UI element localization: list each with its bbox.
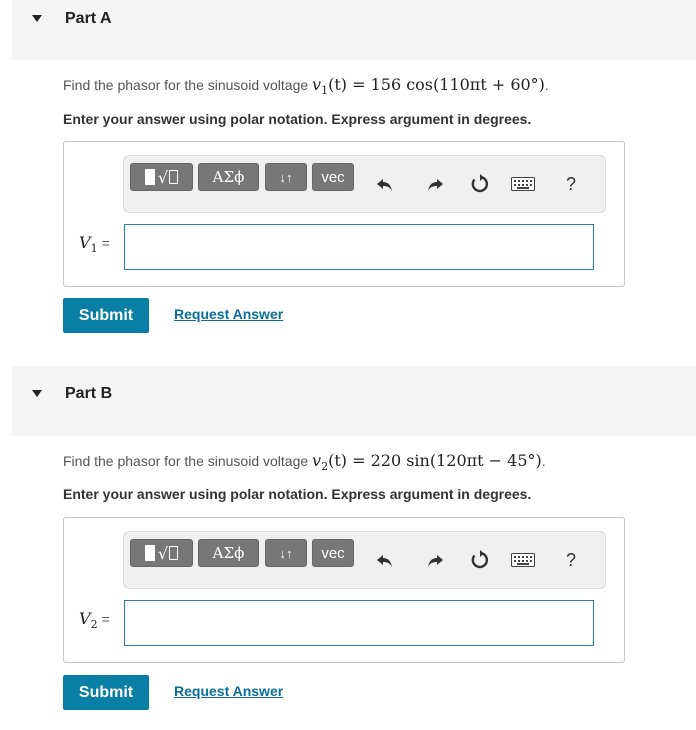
instruction-text: Enter your answer using polar notation. … [63,486,532,502]
redo-icon[interactable] [423,548,447,572]
reset-icon[interactable] [468,172,492,196]
part-a-header[interactable]: Part A [12,0,696,60]
part-b-header[interactable]: Part B [12,366,696,436]
question-text: Find the phasor for the sinusoid voltage… [63,75,549,98]
equation: v2(t) = 220 sin(120πt − 45°) [312,451,542,474]
subscript-superscript-button[interactable]: ↓↑ [265,539,307,567]
template-button[interactable]: √ [130,163,193,191]
answer-input[interactable] [124,600,594,646]
answer-input[interactable] [124,224,594,270]
collapse-caret-icon[interactable] [32,15,42,22]
help-icon[interactable]: ? [559,172,583,196]
math-toolbar: √ ΑΣϕ ↓↑ vec ? [123,531,606,589]
undo-icon[interactable] [373,548,397,572]
vector-button[interactable]: vec [312,163,354,191]
vector-button[interactable]: vec [312,539,354,567]
part-title: Part B [65,385,113,402]
question-text: Find the phasor for the sinusoid voltage… [63,451,546,474]
keyboard-icon[interactable] [511,172,535,196]
help-icon[interactable]: ? [559,548,583,572]
variable-label: V1 = [79,233,110,256]
collapse-caret-icon[interactable] [32,390,42,397]
template-icon [144,545,155,561]
answer-box: √ ΑΣϕ ↓↑ vec ? V1 = [63,141,625,287]
template-button[interactable]: √ [130,539,193,567]
reset-icon[interactable] [468,548,492,572]
submit-button[interactable]: Submit [63,675,149,710]
submit-button[interactable]: Submit [63,298,149,333]
request-answer-link[interactable]: Request Answer [174,306,283,322]
equation: v1(t) = 156 cos(110πt + 60°) [312,75,545,98]
part-title: Part A [65,10,112,27]
answer-box: √ ΑΣϕ ↓↑ vec ? V2 = [63,517,625,663]
instruction-text: Enter your answer using polar notation. … [63,111,532,127]
keyboard-icon[interactable] [511,548,535,572]
variable-label: V2 = [79,609,110,632]
request-answer-link[interactable]: Request Answer [174,683,283,699]
template-icon [144,169,155,185]
undo-icon[interactable] [373,172,397,196]
redo-icon[interactable] [423,172,447,196]
math-toolbar: √ ΑΣϕ ↓↑ vec ? [123,155,606,213]
greek-symbols-button[interactable]: ΑΣϕ [198,163,259,191]
subscript-superscript-button[interactable]: ↓↑ [265,163,307,191]
greek-symbols-button[interactable]: ΑΣϕ [198,539,259,567]
